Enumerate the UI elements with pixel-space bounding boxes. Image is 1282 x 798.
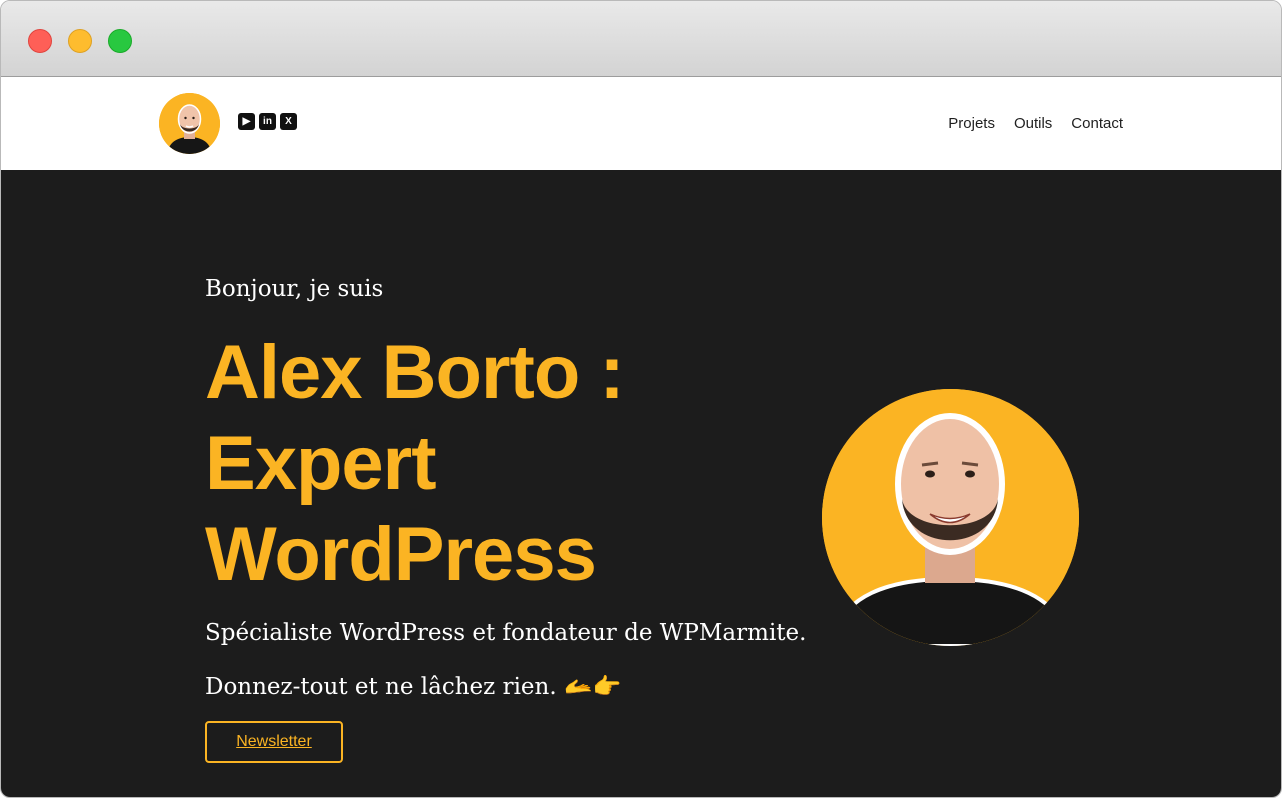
portrait [822,389,1079,646]
portrait-photo-icon [822,389,1079,646]
close-window-button[interactable] [28,29,52,53]
zoom-window-button[interactable] [108,29,132,53]
site-header: ▶ in X Projets Outils Contact [1,78,1281,170]
minimize-window-button[interactable] [68,29,92,53]
headline-line-1: Alex Borto : [205,330,625,415]
pointing-hand-icon: 🫴👉 [563,674,622,700]
avatar[interactable] [159,93,220,154]
nav-link-contact[interactable]: Contact [1071,115,1123,132]
hero-greeting: Bonjour, je suis [205,276,384,302]
x-icon[interactable]: X [280,113,297,130]
hero-headline: Alex Borto : Expert WordPress [205,327,765,600]
nav-link-projets[interactable]: Projets [948,115,995,132]
hero-motto: Donnez-tout et ne lâchez rien. 🫴👉 [205,673,621,700]
main-nav: Projets Outils Contact [948,115,1123,132]
motto-text: Donnez-tout et ne lâchez rien. [205,674,557,700]
window-titlebar [1,1,1281,77]
linkedin-icon[interactable]: in [259,113,276,130]
social-links: ▶ in X [238,113,297,130]
browser-window: ▶ in X Projets Outils Contact Bonjour, j… [0,0,1282,798]
hero-tagline: Spécialiste WordPress et fondateur de WP… [205,620,807,646]
newsletter-button[interactable]: Newsletter [205,721,343,763]
nav-link-outils[interactable]: Outils [1014,115,1052,132]
headline-line-2: Expert [205,421,437,506]
profile-photo-icon [159,93,220,154]
headline-line-3: WordPress [205,512,597,597]
hero-section: Bonjour, je suis Alex Borto : Expert Wor… [1,170,1281,797]
youtube-icon[interactable]: ▶ [238,113,255,130]
